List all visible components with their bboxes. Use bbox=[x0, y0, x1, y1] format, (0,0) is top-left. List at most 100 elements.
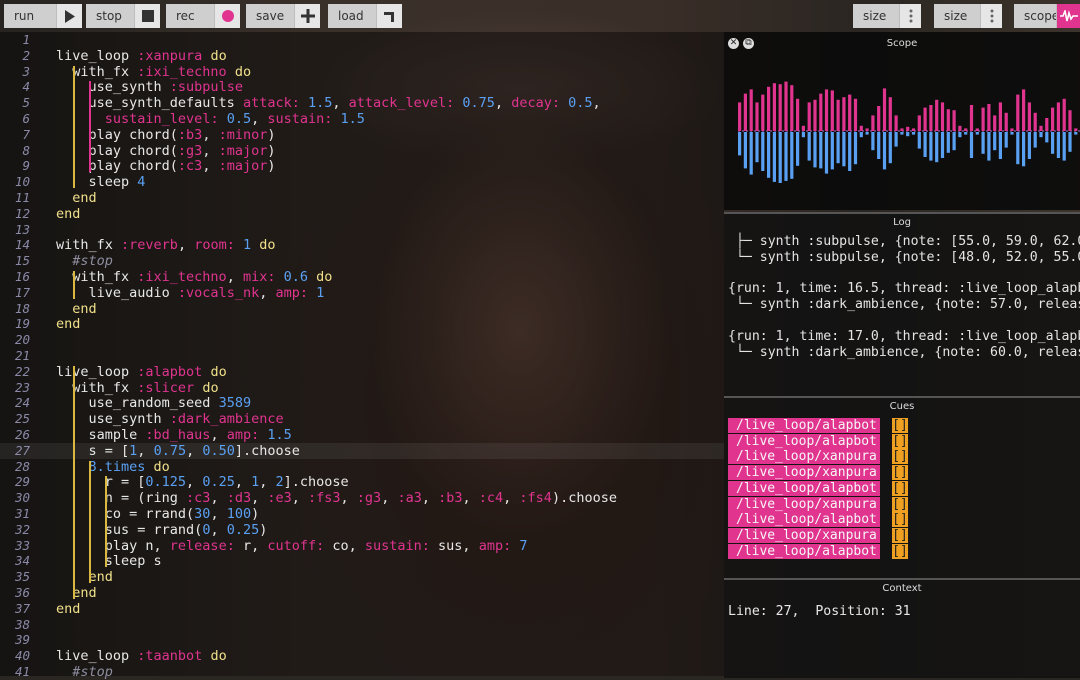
line-number: 29 bbox=[14, 474, 30, 490]
scope-bar-top bbox=[877, 106, 881, 131]
code-line[interactable]: 37 end bbox=[0, 601, 724, 617]
code-line[interactable]: 18 end bbox=[0, 301, 724, 317]
code-line[interactable]: 28 8.times do bbox=[0, 459, 724, 475]
log-output[interactable]: ├─ synth :subpulse, {note: [55.0, 59.0, … bbox=[728, 234, 1080, 360]
text-size-label[interactable]: size bbox=[853, 4, 899, 28]
scope-bar-top bbox=[749, 89, 753, 131]
code-line[interactable]: 2 live_loop :xanpura do bbox=[0, 48, 724, 64]
code-line[interactable]: 25 use_synth :dark_ambience bbox=[0, 411, 724, 427]
pane-size-label[interactable]: size bbox=[934, 4, 980, 28]
stop-icon bbox=[141, 10, 154, 22]
code-line[interactable]: 29 r = [0.125, 0.25, 1, 2].choose bbox=[0, 474, 724, 490]
code-line[interactable]: 41 #stop bbox=[0, 664, 724, 680]
code-line[interactable]: 1 bbox=[0, 32, 724, 48]
code-line[interactable]: 7 play chord(:b3, :minor) bbox=[0, 127, 724, 143]
code-line[interactable]: 39 bbox=[0, 632, 724, 648]
stop-label[interactable]: stop bbox=[86, 4, 134, 28]
code-text: live_audio :vocals_nk, amp: 1 bbox=[56, 284, 325, 301]
code-line[interactable]: 33 play n, release: r, cutoff: co, susta… bbox=[0, 538, 724, 554]
code-line[interactable]: 4 use_synth :subpulse bbox=[0, 79, 724, 95]
code-line[interactable]: 35 end bbox=[0, 569, 724, 585]
code-text: play n, release: r, cutoff: co, sustain:… bbox=[56, 537, 528, 554]
log-line: ├─ synth :subpulse, {note: [55.0, 59.0, … bbox=[728, 234, 1080, 249]
code-line[interactable]: 22 live_loop :alapbot do bbox=[0, 364, 724, 380]
rec-group[interactable]: rec bbox=[166, 4, 240, 28]
log-line: {run: 1, time: 16.5, thread: :live_loop_… bbox=[728, 281, 1080, 297]
code-line[interactable]: 38 bbox=[0, 617, 724, 633]
code-line[interactable]: 3 with_fx :ixi_techno do bbox=[0, 64, 724, 80]
save-button[interactable] bbox=[294, 4, 320, 28]
code-line[interactable]: 21 bbox=[0, 348, 724, 364]
run-label[interactable]: run bbox=[4, 4, 56, 28]
code-line[interactable]: 20 bbox=[0, 332, 724, 348]
scope-group[interactable]: scope bbox=[1014, 4, 1080, 28]
code-line[interactable]: 6 sustain_level: 0.5, sustain: 1.5 bbox=[0, 111, 724, 127]
code-line[interactable]: 5 use_synth_defaults attack: 1.5, attack… bbox=[0, 95, 724, 111]
line-number: 20 bbox=[14, 332, 30, 348]
scope-bar-bottom bbox=[888, 132, 892, 164]
vertical-dots-icon bbox=[909, 9, 912, 23]
code-line[interactable]: 34 sleep s bbox=[0, 553, 724, 569]
code-line[interactable]: 27 s = [1, 0.75, 0.50].choose bbox=[0, 442, 724, 459]
code-line[interactable]: 12 end bbox=[0, 206, 724, 222]
load-label[interactable]: load bbox=[328, 4, 376, 28]
waveform-icon bbox=[1059, 10, 1078, 22]
run-group[interactable]: run bbox=[4, 4, 82, 28]
stop-group[interactable]: stop bbox=[86, 4, 160, 28]
scope-bar-top bbox=[969, 105, 974, 131]
code-line[interactable]: 32 sus = rrand(0, 0.25) bbox=[0, 522, 724, 538]
code-line[interactable]: 13 bbox=[0, 222, 724, 238]
rec-button[interactable] bbox=[214, 4, 240, 28]
text-size-button[interactable] bbox=[899, 4, 921, 28]
text-size-group[interactable]: size bbox=[853, 4, 921, 28]
scope-bar-top bbox=[761, 94, 765, 131]
code-editor[interactable]: 1 2 live_loop :xanpura do 3 with_fx :ixi_te… bbox=[0, 32, 724, 680]
scope-bar-top bbox=[865, 128, 869, 131]
line-number: 5 bbox=[22, 95, 30, 111]
pane-size-group[interactable]: size bbox=[934, 4, 1002, 28]
scope-bar-top bbox=[1022, 89, 1026, 131]
save-label[interactable]: save bbox=[246, 4, 294, 28]
code-line[interactable]: 40 live_loop :taanbot do bbox=[0, 648, 724, 664]
code-line[interactable]: 30 n = (ring :c3, :d3, :e3, :fs3, :g3, :… bbox=[0, 490, 724, 506]
cue-value: [] bbox=[892, 465, 908, 481]
run-button[interactable] bbox=[56, 4, 82, 28]
scope-bar-bottom bbox=[807, 132, 811, 161]
code-line[interactable]: 36 end bbox=[0, 585, 724, 601]
code-line[interactable]: 19 end bbox=[0, 316, 724, 332]
code-line[interactable]: 31 co = rrand(30, 100) bbox=[0, 506, 724, 522]
scope-bar-bottom bbox=[964, 132, 968, 135]
line-number: 18 bbox=[14, 300, 30, 316]
code-line[interactable]: 14 with_fx :reverb, room: 1 do bbox=[0, 237, 724, 253]
code-line[interactable]: 11 end bbox=[0, 190, 724, 206]
save-group[interactable]: save bbox=[246, 4, 320, 28]
rec-label[interactable]: rec bbox=[166, 4, 214, 28]
line-number: 25 bbox=[14, 411, 30, 427]
line-number: 10 bbox=[14, 174, 30, 190]
code-line[interactable]: 10 sleep 4 bbox=[0, 174, 724, 190]
code-line[interactable]: 17 live_audio :vocals_nk, amp: 1 bbox=[0, 285, 724, 301]
code-line[interactable]: 15 #stop bbox=[0, 253, 724, 269]
code-line[interactable]: 8 play chord(:g3, :major) bbox=[0, 143, 724, 159]
code-line[interactable]: 23 with_fx :slicer do bbox=[0, 380, 724, 396]
scope-bar-top bbox=[836, 99, 840, 131]
line-number: 40 bbox=[14, 648, 30, 664]
scope-button[interactable] bbox=[1056, 4, 1080, 28]
code-text: co = rrand(30, 100) bbox=[56, 506, 260, 522]
load-group[interactable]: load bbox=[328, 4, 402, 28]
code-line[interactable]: 9 play chord(:c3, :major) bbox=[0, 158, 724, 174]
code-text: sample :bd_haus, amp: 1.5 bbox=[56, 427, 292, 443]
scope-bar-bottom bbox=[1022, 132, 1026, 167]
load-button[interactable] bbox=[376, 4, 402, 28]
code-line[interactable]: 16 with_fx :ixi_techno, mix: 0.6 do bbox=[0, 269, 724, 285]
cue-value: [] bbox=[892, 433, 908, 449]
scope-bar-top bbox=[784, 81, 788, 131]
code-line[interactable]: 24 use_random_seed 3589 bbox=[0, 395, 724, 411]
code-line[interactable]: 26 sample :bd_haus, amp: 1.5 bbox=[0, 427, 724, 443]
stop-button[interactable] bbox=[134, 4, 160, 28]
scope-bar-bottom bbox=[900, 132, 904, 135]
pane-size-button[interactable] bbox=[980, 4, 1002, 28]
scope-bar-bottom bbox=[761, 132, 765, 171]
scope-label[interactable]: scope bbox=[1014, 4, 1059, 28]
log-panel: Log ├─ synth :subpulse, {note: [55.0, 59… bbox=[724, 212, 1080, 396]
